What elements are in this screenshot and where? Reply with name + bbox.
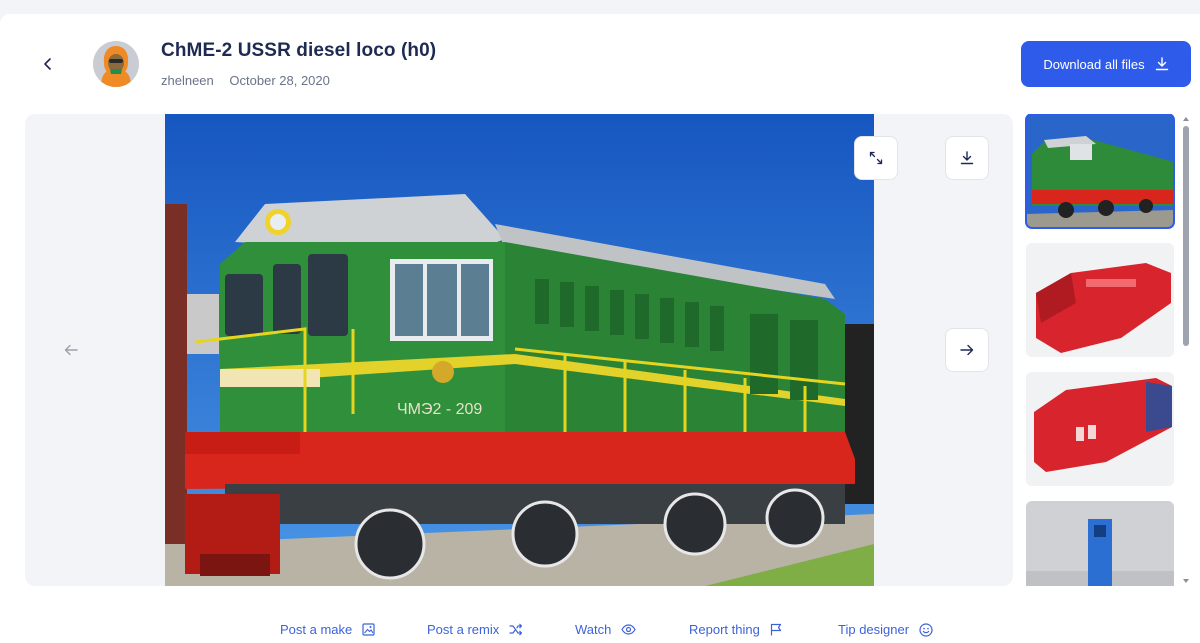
action-label: Post a remix: [427, 622, 500, 637]
action-label: Watch: [575, 622, 612, 637]
download-icon: [1155, 57, 1169, 71]
thumbnail[interactable]: [1026, 501, 1174, 586]
post-a-remix-button[interactable]: Post a remix: [427, 622, 523, 637]
image-gallery: ЧМЭ2 - 209: [25, 114, 1013, 586]
download-all-label: Download all files: [1043, 56, 1145, 72]
thumbnail[interactable]: [1025, 114, 1175, 229]
previous-image-button[interactable]: [49, 328, 93, 372]
svg-text:ЧМЭ2 - 209: ЧМЭ2 - 209: [397, 401, 482, 418]
expand-icon: [869, 151, 883, 165]
arrow-left-icon: [64, 344, 78, 356]
action-label: Tip designer: [838, 622, 910, 637]
shuffle-icon: [509, 623, 523, 636]
tip-designer-button[interactable]: Tip designer: [838, 622, 933, 637]
thumbnail[interactable]: [1026, 243, 1174, 357]
thing-actions-bar: Post a make Post a remix Watch Report th…: [0, 622, 1200, 643]
download-all-button[interactable]: Download all files: [1021, 41, 1191, 87]
thing-meta: zhelneen October 28, 2020: [161, 73, 330, 88]
publish-date: October 28, 2020: [229, 73, 330, 88]
download-icon: [960, 151, 974, 165]
post-a-make-button[interactable]: Post a make: [280, 622, 375, 637]
expand-button[interactable]: [854, 136, 898, 180]
action-label: Report thing: [689, 622, 760, 637]
download-image-button[interactable]: [945, 136, 989, 180]
scrollbar-thumb[interactable]: [1183, 126, 1189, 346]
author-link[interactable]: zhelneen: [161, 73, 214, 88]
avatar[interactable]: [93, 41, 139, 87]
watch-button[interactable]: Watch: [575, 622, 637, 637]
back-button[interactable]: [34, 50, 62, 78]
thumbnail-scrollbar[interactable]: [1180, 114, 1192, 586]
page-title: ChME-2 USSR diesel loco (h0): [161, 40, 437, 61]
action-label: Post a make: [280, 622, 353, 637]
arrow-right-icon: [960, 344, 974, 356]
main-photo[interactable]: ЧМЭ2 - 209: [165, 114, 874, 586]
report-thing-button[interactable]: Report thing: [689, 622, 782, 637]
chevron-left-icon: [42, 58, 54, 70]
thumbnail[interactable]: [1026, 372, 1174, 486]
next-image-button[interactable]: [945, 328, 989, 372]
image-icon: [362, 623, 375, 636]
thumbnail-strip: [1025, 114, 1177, 586]
flag-icon: [770, 623, 782, 636]
smile-icon: [919, 622, 933, 637]
eye-icon: [621, 624, 637, 635]
